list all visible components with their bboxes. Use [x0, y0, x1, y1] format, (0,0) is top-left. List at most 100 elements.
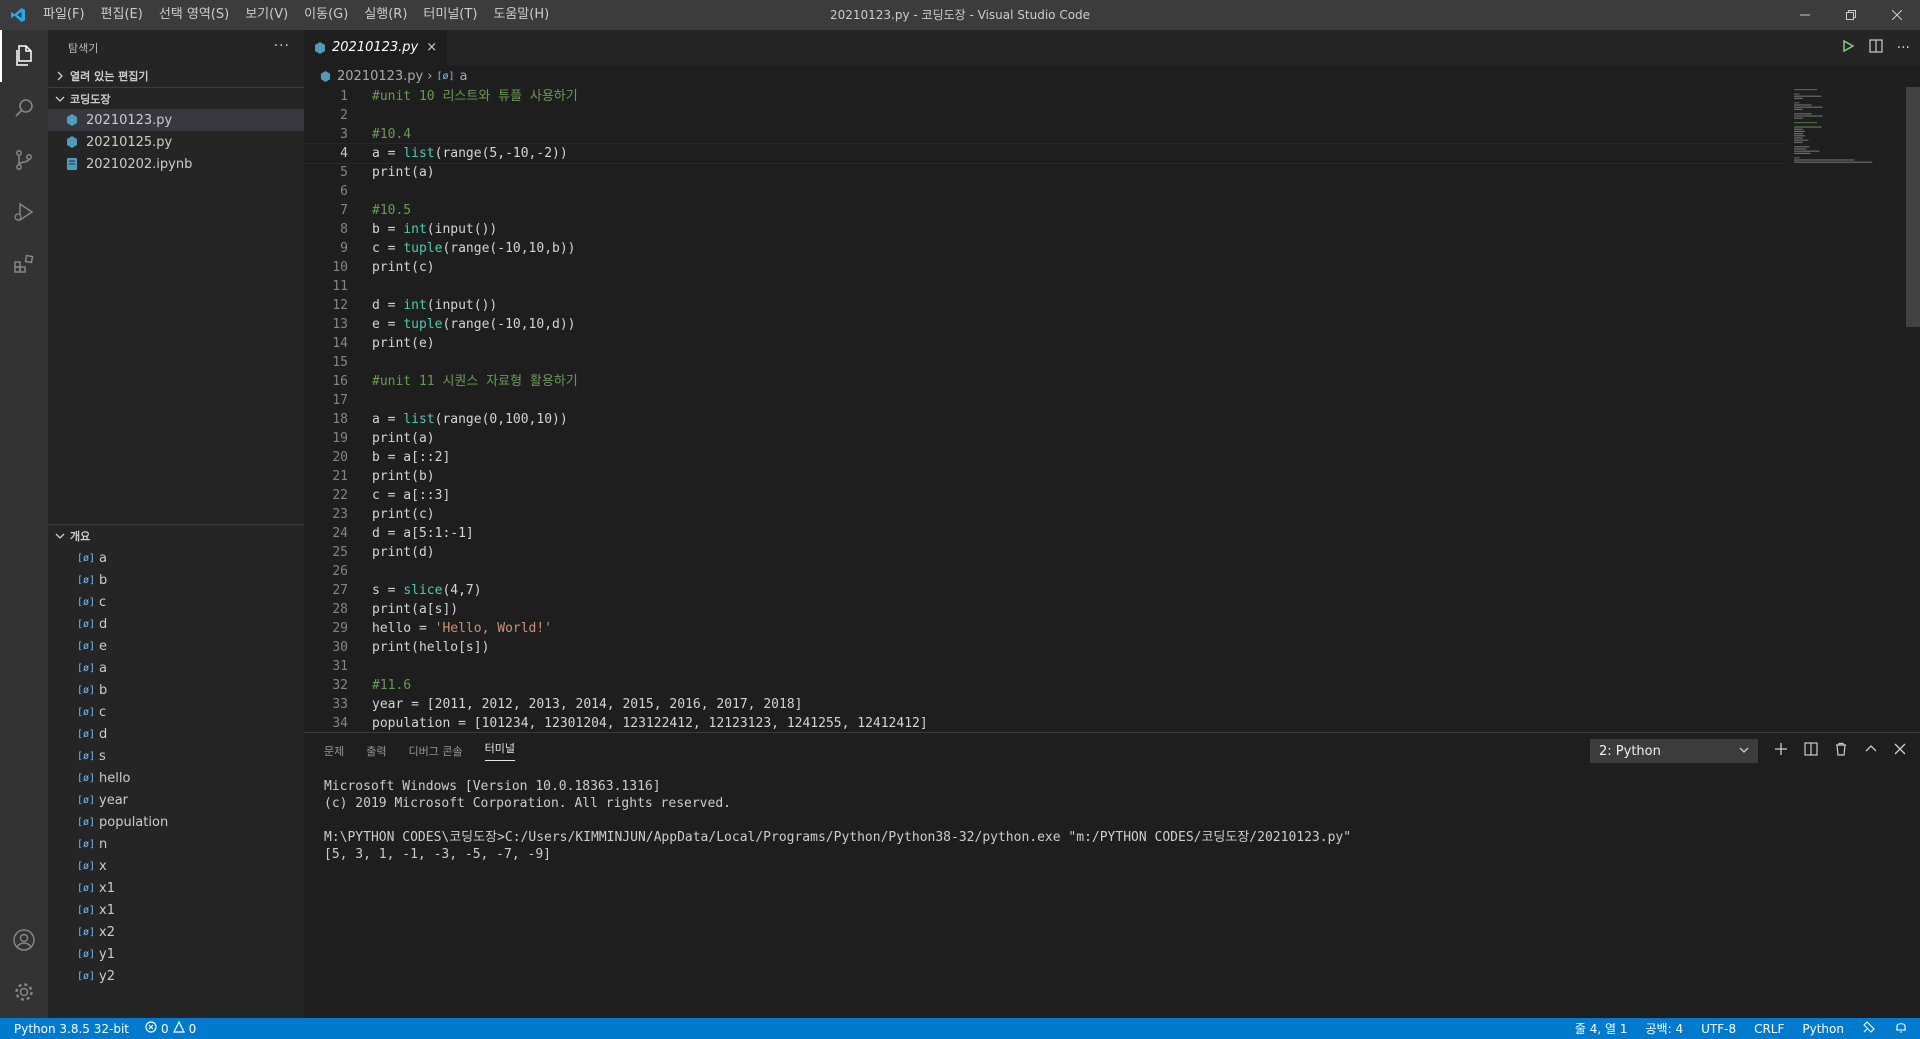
cursor-position[interactable]: 줄 4, 열 1 — [1575, 1020, 1628, 1037]
tab-terminal[interactable]: 터미널 — [484, 740, 515, 761]
code-line[interactable]: 28 print(a[s]) — [304, 600, 1784, 619]
outline-item[interactable]: [ø] x1 — [48, 899, 304, 921]
menu-selection[interactable]: 선택 영역(S) — [151, 0, 237, 30]
outline-item[interactable]: [ø] x2 — [48, 921, 304, 943]
open-editors-section[interactable]: 열려 있는 편집기 — [48, 65, 304, 87]
outline-item[interactable]: [ø] c — [48, 591, 304, 613]
code-line[interactable]: 33 year = [2011, 2012, 2013, 2014, 2015, … — [304, 695, 1784, 714]
code-line[interactable]: 31 — [304, 657, 1784, 676]
breadcrumb-file[interactable]: 20210123.py — [337, 69, 423, 84]
code-line[interactable]: 4 a = list(range(5,-10,-2)) — [304, 143, 1784, 164]
scrollbar-thumb[interactable] — [1906, 87, 1920, 327]
tab-output[interactable]: 출력 — [366, 743, 386, 759]
editor-scrollbar[interactable] — [1906, 87, 1920, 732]
code-line[interactable]: 19 print(a) — [304, 429, 1784, 448]
notifications-bell-icon[interactable] — [1894, 1020, 1908, 1037]
breadcrumb-symbol[interactable]: a — [460, 69, 468, 84]
feedback-icon[interactable] — [1862, 1020, 1876, 1037]
more-actions-button[interactable]: ··· — [274, 38, 290, 54]
outline-item[interactable]: [ø] population — [48, 811, 304, 833]
code-line[interactable]: 17 — [304, 391, 1784, 410]
minimize-button[interactable] — [1782, 0, 1828, 30]
maximize-panel-chevron-up-icon[interactable] — [1864, 742, 1878, 760]
code-line[interactable]: 8 b = int(input()) — [304, 220, 1784, 239]
code-line[interactable]: 2 — [304, 106, 1784, 125]
outline-header[interactable]: 개요 — [48, 525, 304, 547]
split-editor-icon[interactable] — [1869, 38, 1883, 57]
python-interpreter[interactable]: Python 3.8.5 32-bit — [14, 1022, 129, 1036]
minimap[interactable] — [1788, 87, 1908, 187]
menu-terminal[interactable]: 터미널(T) — [415, 0, 485, 30]
code-line[interactable]: 18 a = list(range(0,100,10)) — [304, 410, 1784, 429]
menu-file[interactable]: 파일(F) — [35, 0, 93, 30]
code-line[interactable]: 30 print(hello[s]) — [304, 638, 1784, 657]
code-line[interactable]: 13 e = tuple(range(-10,10,d)) — [304, 315, 1784, 334]
menu-help[interactable]: 도움말(H) — [485, 0, 557, 30]
code-line[interactable]: 23 print(c) — [304, 505, 1784, 524]
code-line[interactable]: 22 c = a[::3] — [304, 486, 1784, 505]
source-control-icon[interactable] — [0, 134, 48, 186]
outline-item[interactable]: [ø] a — [48, 547, 304, 569]
code-line[interactable]: 7 #10.5 — [304, 201, 1784, 220]
outline-item[interactable]: [ø] x — [48, 855, 304, 877]
outline-item[interactable]: [ø] e — [48, 635, 304, 657]
code-line[interactable]: 3 #10.4 — [304, 125, 1784, 144]
tab-close-button[interactable]: × — [426, 40, 437, 55]
code-line[interactable]: 24 d = a[5:1:-1] — [304, 524, 1784, 543]
outline-item[interactable]: [ø] b — [48, 679, 304, 701]
trash-icon[interactable] — [1834, 742, 1848, 760]
outline-item[interactable]: [ø] y2 — [48, 965, 304, 987]
code-line[interactable]: 16 #unit 11 시퀀스 자료형 활용하기 — [304, 372, 1784, 391]
code-line[interactable]: 32 #11.6 — [304, 676, 1784, 695]
search-icon[interactable] — [0, 82, 48, 134]
terminal-output[interactable]: Microsoft Windows [Version 10.0.18363.13… — [324, 778, 1351, 863]
encoding[interactable]: UTF-8 — [1701, 1022, 1736, 1036]
code-line[interactable]: 10 print(c) — [304, 258, 1784, 277]
folder-section[interactable]: 코딩도장 — [48, 87, 304, 109]
code-line[interactable]: 9 c = tuple(range(-10,10,b)) — [304, 239, 1784, 258]
code-line[interactable]: 6 — [304, 182, 1784, 201]
code-line[interactable]: 14 print(e) — [304, 334, 1784, 353]
code-line[interactable]: 27 s = slice(4,7) — [304, 581, 1784, 600]
file-item[interactable]: 20210202.ipynb — [48, 153, 304, 175]
run-debug-icon[interactable] — [0, 186, 48, 238]
new-terminal-plus-icon[interactable] — [1774, 742, 1788, 760]
outline-item[interactable]: [ø] b — [48, 569, 304, 591]
language-mode[interactable]: Python — [1802, 1022, 1844, 1036]
code-line[interactable]: 15 — [304, 353, 1784, 372]
run-file-icon[interactable] — [1841, 39, 1855, 57]
menu-run[interactable]: 실행(R) — [356, 0, 415, 30]
code-line[interactable]: 29 hello = 'Hello, World!' — [304, 619, 1784, 638]
file-item[interactable]: 20210125.py — [48, 131, 304, 153]
editor-tab[interactable]: 20210123.py × — [304, 30, 448, 65]
restore-button[interactable] — [1828, 0, 1874, 30]
menu-view[interactable]: 보기(V) — [237, 0, 296, 30]
file-item[interactable]: 20210123.py — [48, 109, 304, 131]
code-line[interactable]: 26 — [304, 562, 1784, 581]
code-line[interactable]: 11 — [304, 277, 1784, 296]
tab-debug-console[interactable]: 디버그 콘솔 — [409, 743, 463, 759]
outline-item[interactable]: [ø] n — [48, 833, 304, 855]
code-line[interactable]: 12 d = int(input()) — [304, 296, 1784, 315]
settings-gear-icon[interactable] — [0, 966, 48, 1018]
outline-item[interactable]: [ø] s — [48, 745, 304, 767]
close-panel-icon[interactable] — [1894, 743, 1906, 759]
code-line[interactable]: 5 print(a) — [304, 163, 1784, 182]
code-line[interactable]: 25 print(d) — [304, 543, 1784, 562]
outline-item[interactable]: [ø] a — [48, 657, 304, 679]
outline-item[interactable]: [ø] x1 — [48, 877, 304, 899]
terminal-select[interactable]: 2: Python — [1590, 739, 1758, 763]
code-line[interactable]: 1 #unit 10 리스트와 튜플 사용하기 — [304, 87, 1784, 106]
outline-item[interactable]: [ø] c — [48, 701, 304, 723]
code-line[interactable]: 21 print(b) — [304, 467, 1784, 486]
close-window-button[interactable] — [1874, 0, 1920, 30]
account-icon[interactable] — [0, 914, 48, 966]
explorer-icon[interactable] — [0, 30, 48, 82]
menu-edit[interactable]: 편집(E) — [93, 0, 151, 30]
outline-item[interactable]: [ø] hello — [48, 767, 304, 789]
indentation[interactable]: 공백: 4 — [1646, 1020, 1684, 1037]
split-terminal-icon[interactable] — [1804, 742, 1818, 760]
code-line[interactable]: 20 b = a[::2] — [304, 448, 1784, 467]
outline-item[interactable]: [ø] year — [48, 789, 304, 811]
end-of-line[interactable]: CRLF — [1754, 1022, 1784, 1036]
